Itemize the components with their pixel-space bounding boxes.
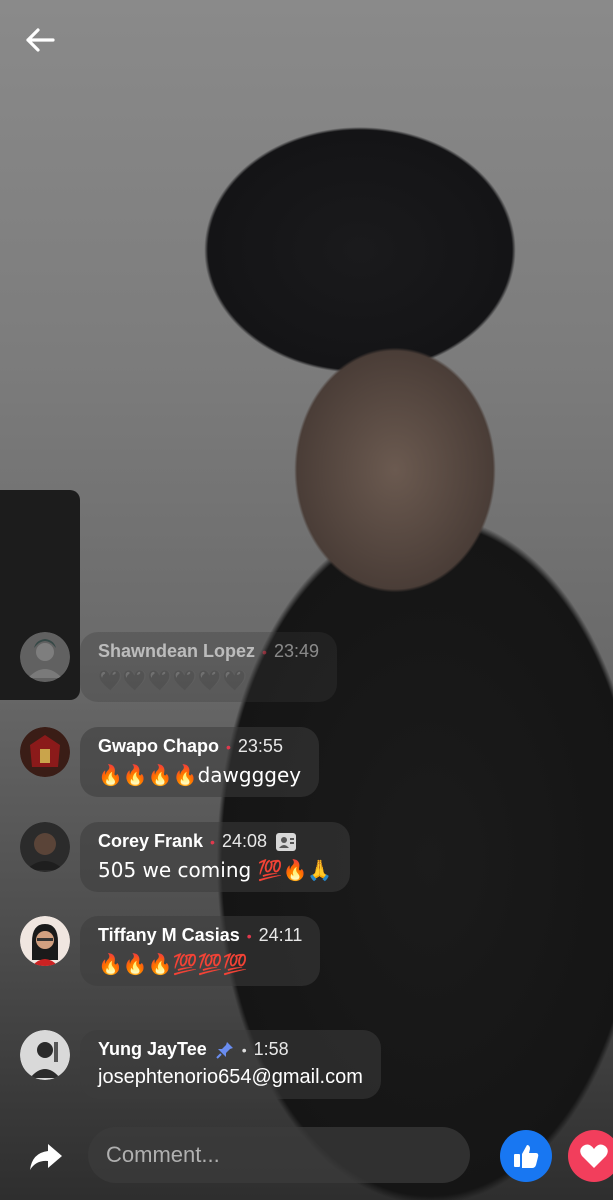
- comment-author[interactable]: Tiffany M Casias: [98, 925, 240, 946]
- comment-time: 23:55: [237, 736, 283, 756]
- separator-dot: •: [246, 927, 252, 944]
- comment-time: 24:08: [221, 831, 267, 851]
- comment-time: 1:58: [253, 1039, 289, 1059]
- comment-text: 🖤🖤🖤🖤🖤🖤: [98, 668, 248, 692]
- love-button[interactable]: [568, 1130, 613, 1182]
- comment-author[interactable]: Yung JayTee: [98, 1039, 207, 1060]
- comment-item: Gwapo Chapo • 23:55 🔥🔥🔥🔥dawgggey: [20, 727, 320, 797]
- comment-time: 23:49: [273, 641, 319, 661]
- avatar[interactable]: [20, 727, 70, 777]
- share-arrow-icon: [30, 1144, 62, 1170]
- comment-item: Tiffany M Casias • 24:11 🔥🔥🔥💯💯💯: [20, 916, 321, 986]
- comment-text: 🔥🔥🔥💯💯💯: [98, 952, 248, 976]
- comment-text: 505 we coming 💯🔥🙏: [98, 858, 333, 882]
- comment-author[interactable]: Shawndean Lopez: [98, 641, 255, 662]
- top-bar: [0, 0, 613, 80]
- separator-dot: •: [241, 1041, 247, 1058]
- avatar[interactable]: [20, 916, 70, 966]
- arrow-left-icon: [26, 28, 55, 52]
- pin-icon: [215, 1040, 235, 1060]
- comment-item: Shawndean Lopez • 23:49 🖤🖤🖤🖤🖤🖤: [20, 632, 337, 702]
- comment-bubble[interactable]: Tiffany M Casias • 24:11 🔥🔥🔥💯💯💯: [80, 916, 321, 986]
- avatar[interactable]: [20, 1030, 70, 1080]
- thumbs-up-icon: [514, 1145, 539, 1168]
- separator-dot: •: [262, 643, 267, 660]
- comment-text: 🔥🔥🔥🔥dawgggey: [98, 763, 302, 787]
- separator-dot: •: [226, 738, 231, 755]
- comment-bubble[interactable]: Corey Frank • 24:08 505 we coming 💯🔥🙏: [80, 822, 351, 892]
- live-video-background: [0, 0, 613, 1200]
- comment-input[interactable]: [88, 1127, 470, 1183]
- share-button[interactable]: [26, 1136, 66, 1176]
- back-button[interactable]: [20, 22, 60, 58]
- comment-text: josephtenorio654@gmail.com: [98, 1066, 363, 1088]
- avatar[interactable]: [20, 822, 70, 872]
- comment-item: Corey Frank • 24:08 505 we coming 💯🔥🙏: [20, 822, 351, 892]
- comment-time: 24:11: [258, 925, 303, 945]
- comment-bubble[interactable]: Gwapo Chapo • 23:55 🔥🔥🔥🔥dawgggey: [80, 727, 320, 797]
- comment-item: Yung JayTee • 1:58 josephtenorio654@gmai…: [20, 1030, 381, 1099]
- like-button[interactable]: [500, 1130, 552, 1182]
- avatar[interactable]: [20, 632, 70, 682]
- comment-author[interactable]: Corey Frank: [98, 831, 203, 852]
- comment-bubble[interactable]: Shawndean Lopez • 23:49 🖤🖤🖤🖤🖤🖤: [80, 632, 337, 702]
- heart-icon: [580, 1144, 608, 1168]
- bottom-bar: [0, 1122, 613, 1188]
- profile-card-icon: [275, 832, 297, 852]
- comment-author[interactable]: Gwapo Chapo: [98, 736, 219, 757]
- comment-bubble[interactable]: Yung JayTee • 1:58 josephtenorio654@gmai…: [80, 1030, 381, 1099]
- separator-dot: •: [210, 833, 215, 850]
